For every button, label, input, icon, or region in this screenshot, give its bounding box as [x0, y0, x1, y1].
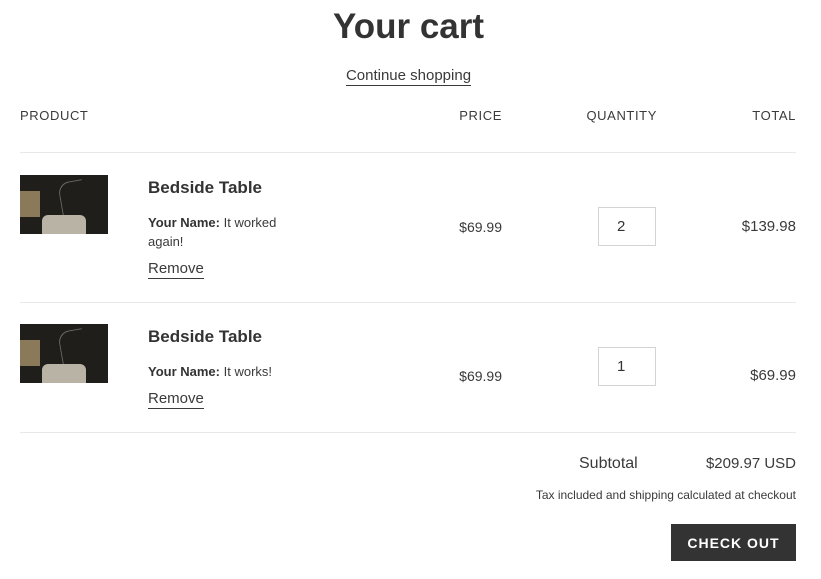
- divider: [20, 152, 796, 153]
- quantity-input[interactable]: [598, 347, 656, 386]
- product-property: Your Name: It worked again!: [148, 213, 298, 251]
- cart-item: Bedside Table Your Name: It works! Remov…: [0, 324, 821, 454]
- item-price: $69.99: [459, 219, 502, 235]
- property-label: Your Name:: [148, 364, 220, 379]
- item-total: $139.98: [741, 218, 796, 235]
- item-total: $69.99: [750, 367, 796, 384]
- item-price: $69.99: [459, 368, 502, 384]
- remove-button[interactable]: Remove: [148, 390, 204, 409]
- checkout-button[interactable]: CHECK OUT: [671, 524, 796, 561]
- column-header-quantity: QUANTITY: [586, 108, 657, 123]
- subtotal-value: $209.97 USD: [705, 455, 796, 472]
- page-title: Your cart: [332, 7, 485, 46]
- continue-shopping-link[interactable]: Continue shopping: [345, 67, 472, 86]
- divider: [20, 302, 796, 303]
- product-property: Your Name: It works!: [148, 362, 298, 381]
- product-name[interactable]: Bedside Table: [148, 178, 262, 198]
- column-header-product: PRODUCT: [20, 108, 89, 123]
- product-image[interactable]: [20, 175, 108, 234]
- product-name[interactable]: Bedside Table: [148, 327, 262, 347]
- column-header-total: TOTAL: [752, 108, 796, 123]
- column-header-price: PRICE: [459, 108, 502, 123]
- tax-note: Tax included and shipping calculated at …: [535, 488, 796, 502]
- property-label: Your Name:: [148, 215, 220, 230]
- subtotal-label: Subtotal: [579, 455, 638, 472]
- divider: [20, 432, 796, 433]
- product-image[interactable]: [20, 324, 108, 383]
- remove-button[interactable]: Remove: [148, 260, 204, 279]
- cart-item: Bedside Table Your Name: It worked again…: [0, 175, 821, 305]
- quantity-input[interactable]: [598, 207, 656, 246]
- continue-shopping-container: Continue shopping: [0, 67, 817, 86]
- property-value: It works!: [223, 364, 273, 379]
